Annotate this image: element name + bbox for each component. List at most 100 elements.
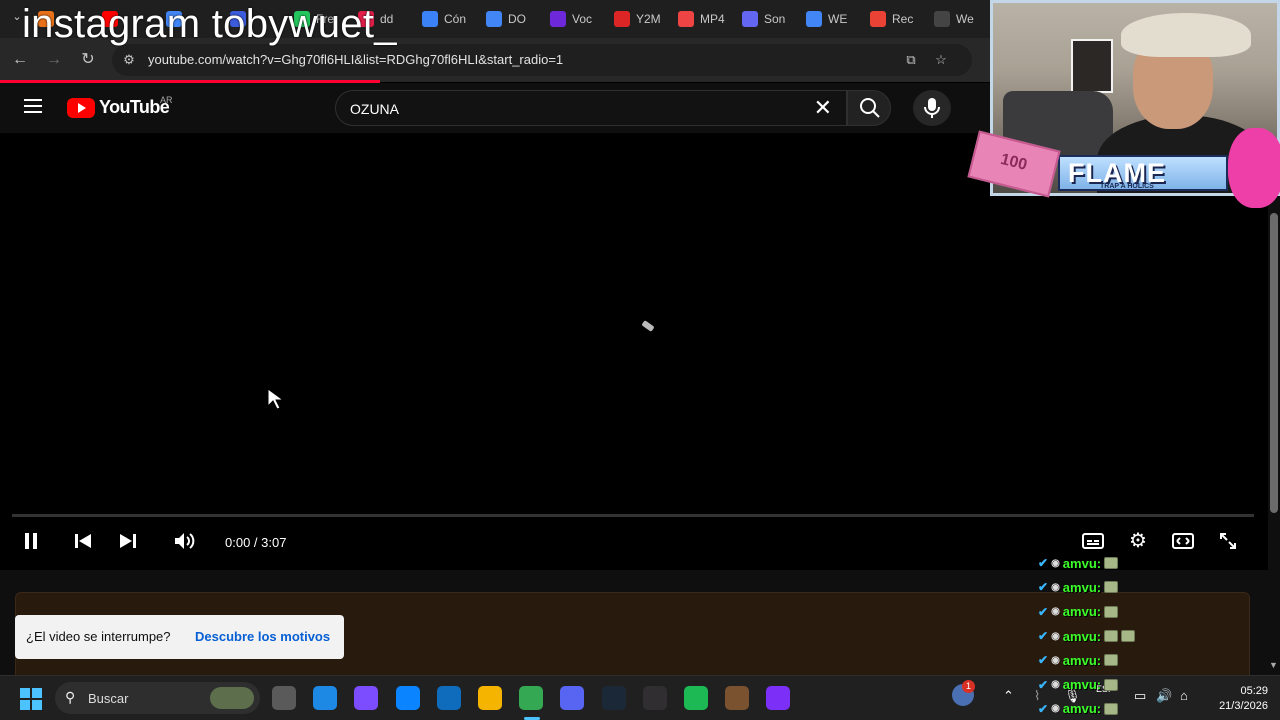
browser-tab[interactable]: We [934,8,990,30]
search-highlight-image [210,687,254,709]
microphone-icon [924,98,940,118]
menu-icon[interactable] [24,99,42,113]
tab-label: DO [508,12,526,26]
tab-favicon-icon [550,11,566,27]
site-info-icon[interactable]: ⚙ [120,51,138,69]
user-badge-icon: ◉ [1051,703,1060,715]
browser-tab[interactable]: Y2M [614,8,670,30]
edge-app-icon[interactable] [313,686,337,710]
tray-overflow-icon[interactable]: ⌃ [1003,688,1014,704]
chat-message: ✔ ◉ amvu: [1038,672,1188,696]
browser-tab[interactable]: Cón [422,8,478,30]
verified-badge-icon: ✔ [1038,629,1049,644]
settings-gear-icon: ⚙ [1129,530,1147,552]
back-icon[interactable]: ← [8,48,32,72]
chat-message: ✔ ◉ amvu: [1038,624,1188,648]
next-icon [120,534,136,548]
subtitles-button[interactable] [1080,529,1106,553]
pink-mascot-icon [1228,128,1280,208]
previous-icon [75,534,91,548]
steam-app-icon[interactable] [602,686,626,710]
chat-emote-icon [1104,654,1119,667]
chat-emote-icon [1104,630,1119,643]
task-view-app-icon[interactable] [272,686,296,710]
minecraft-app-icon[interactable] [725,686,749,710]
chat-username: amvu: [1062,604,1102,620]
video-player[interactable]: 0:00 / 3:07 ⚙ [0,133,1268,570]
tab-label: Voc [572,12,593,26]
browser-tab[interactable]: Son [742,8,798,30]
chat-message: ✔ ◉ amvu: [1038,575,1188,599]
screen: ⌄ Fre dd Cón DO Voc Y2M MP4 Son WE Rec We instagra… [0,0,1280,720]
chat-emote-icon [1104,702,1119,715]
volume-button[interactable] [172,529,198,553]
store-app-icon[interactable] [396,686,420,710]
tab-label: Y2M [636,12,661,26]
user-badge-icon: ◉ [1051,679,1060,691]
scrollbar-thumb[interactable] [1270,213,1278,513]
clear-search-icon[interactable]: ✕ [814,97,832,119]
reload-icon[interactable]: ↻ [76,48,100,72]
tab-favicon-icon [486,11,502,27]
video-progress-bar[interactable] [12,514,1254,517]
chat-message: ✔ ◉ amvu: [1038,551,1188,575]
youtube-wordmark: YouTube [99,97,170,117]
discord-app-icon[interactable] [560,686,584,710]
start-button[interactable] [20,688,42,710]
tab-label: We [956,12,974,26]
browser-tab[interactable]: MP4 [678,8,734,30]
install-app-icon[interactable]: ⧉ [902,51,920,69]
clock-date: 21/3/2026 [1219,700,1268,712]
wall-poster [1071,39,1113,93]
system-clock[interactable]: 05:29 21/3/2026 [1208,684,1268,714]
clipchamp-app-icon[interactable] [766,686,790,710]
page-scrollbar[interactable] [1268,133,1280,675]
chat-username: amvu: [1062,555,1102,571]
user-badge-icon: ◉ [1051,654,1060,666]
tab-favicon-icon [614,11,630,27]
explorer-app-icon[interactable] [478,686,502,710]
verified-badge-icon: ✔ [1038,556,1049,571]
chrome-app-icon[interactable] [519,686,543,710]
browser-tab[interactable]: WE [806,8,862,30]
chat-username: amvu: [1062,701,1102,717]
interruption-toast: ¿El video se interrumpe? Descubre los mo… [15,615,344,659]
bookmark-star-icon[interactable]: ☆ [932,51,950,69]
next-button[interactable] [117,529,139,553]
browser-tab[interactable]: Voc [550,8,606,30]
subtitles-icon [1082,533,1104,549]
tab-favicon-icon [870,11,886,27]
time-display: 0:00 / 3:07 [225,535,287,550]
fullscreen-button[interactable] [1216,529,1240,553]
forward-icon[interactable]: → [42,48,66,72]
chat-message: ✔ ◉ amvu: [1038,600,1188,624]
search-input[interactable]: OZUNA ✕ [335,90,847,126]
chat-emote-icon [1121,630,1136,643]
obs-app-icon[interactable] [643,686,667,710]
search-button[interactable] [847,90,891,126]
tab-label: Cón [444,12,467,26]
pause-button[interactable] [20,529,42,553]
theater-mode-button[interactable] [1170,529,1196,553]
browser-tab[interactable]: DO [486,8,542,30]
stream-chat: ✔ ◉ amvu: ✔ ◉ amvu: ✔ ◉ amvu: ✔ ◉ amvu: ✔ ◉ amvu: ✔ ◉ amv… [1038,551,1188,720]
chat-username: amvu: [1062,628,1102,644]
youtube-logo[interactable]: YouTube [67,97,170,118]
scroll-down-icon[interactable]: ▼ [1269,660,1279,670]
tab-favicon-icon [806,11,822,27]
youtube-play-icon [67,97,95,118]
region-code: AR [160,95,173,105]
settings-button[interactable]: ⚙ [1126,529,1150,553]
previous-button[interactable] [72,529,94,553]
voice-search-button[interactable] [913,90,951,126]
spotify-app-icon[interactable] [684,686,708,710]
browser-tab[interactable]: Rec [870,8,926,30]
copilot-app-icon[interactable] [354,686,378,710]
outlook-app-icon[interactable] [437,686,461,710]
address-bar[interactable]: ⚙ youtube.com/watch?v=Ghg70fl6HLI&list=R… [112,44,972,76]
loading-spinner-icon [641,320,655,332]
toast-link[interactable]: Descubre los motivos [195,629,330,644]
taskbar-search[interactable]: ⚲ Buscar [55,682,260,714]
tab-favicon-icon [422,11,438,27]
user-badge-icon: ◉ [1051,557,1060,569]
